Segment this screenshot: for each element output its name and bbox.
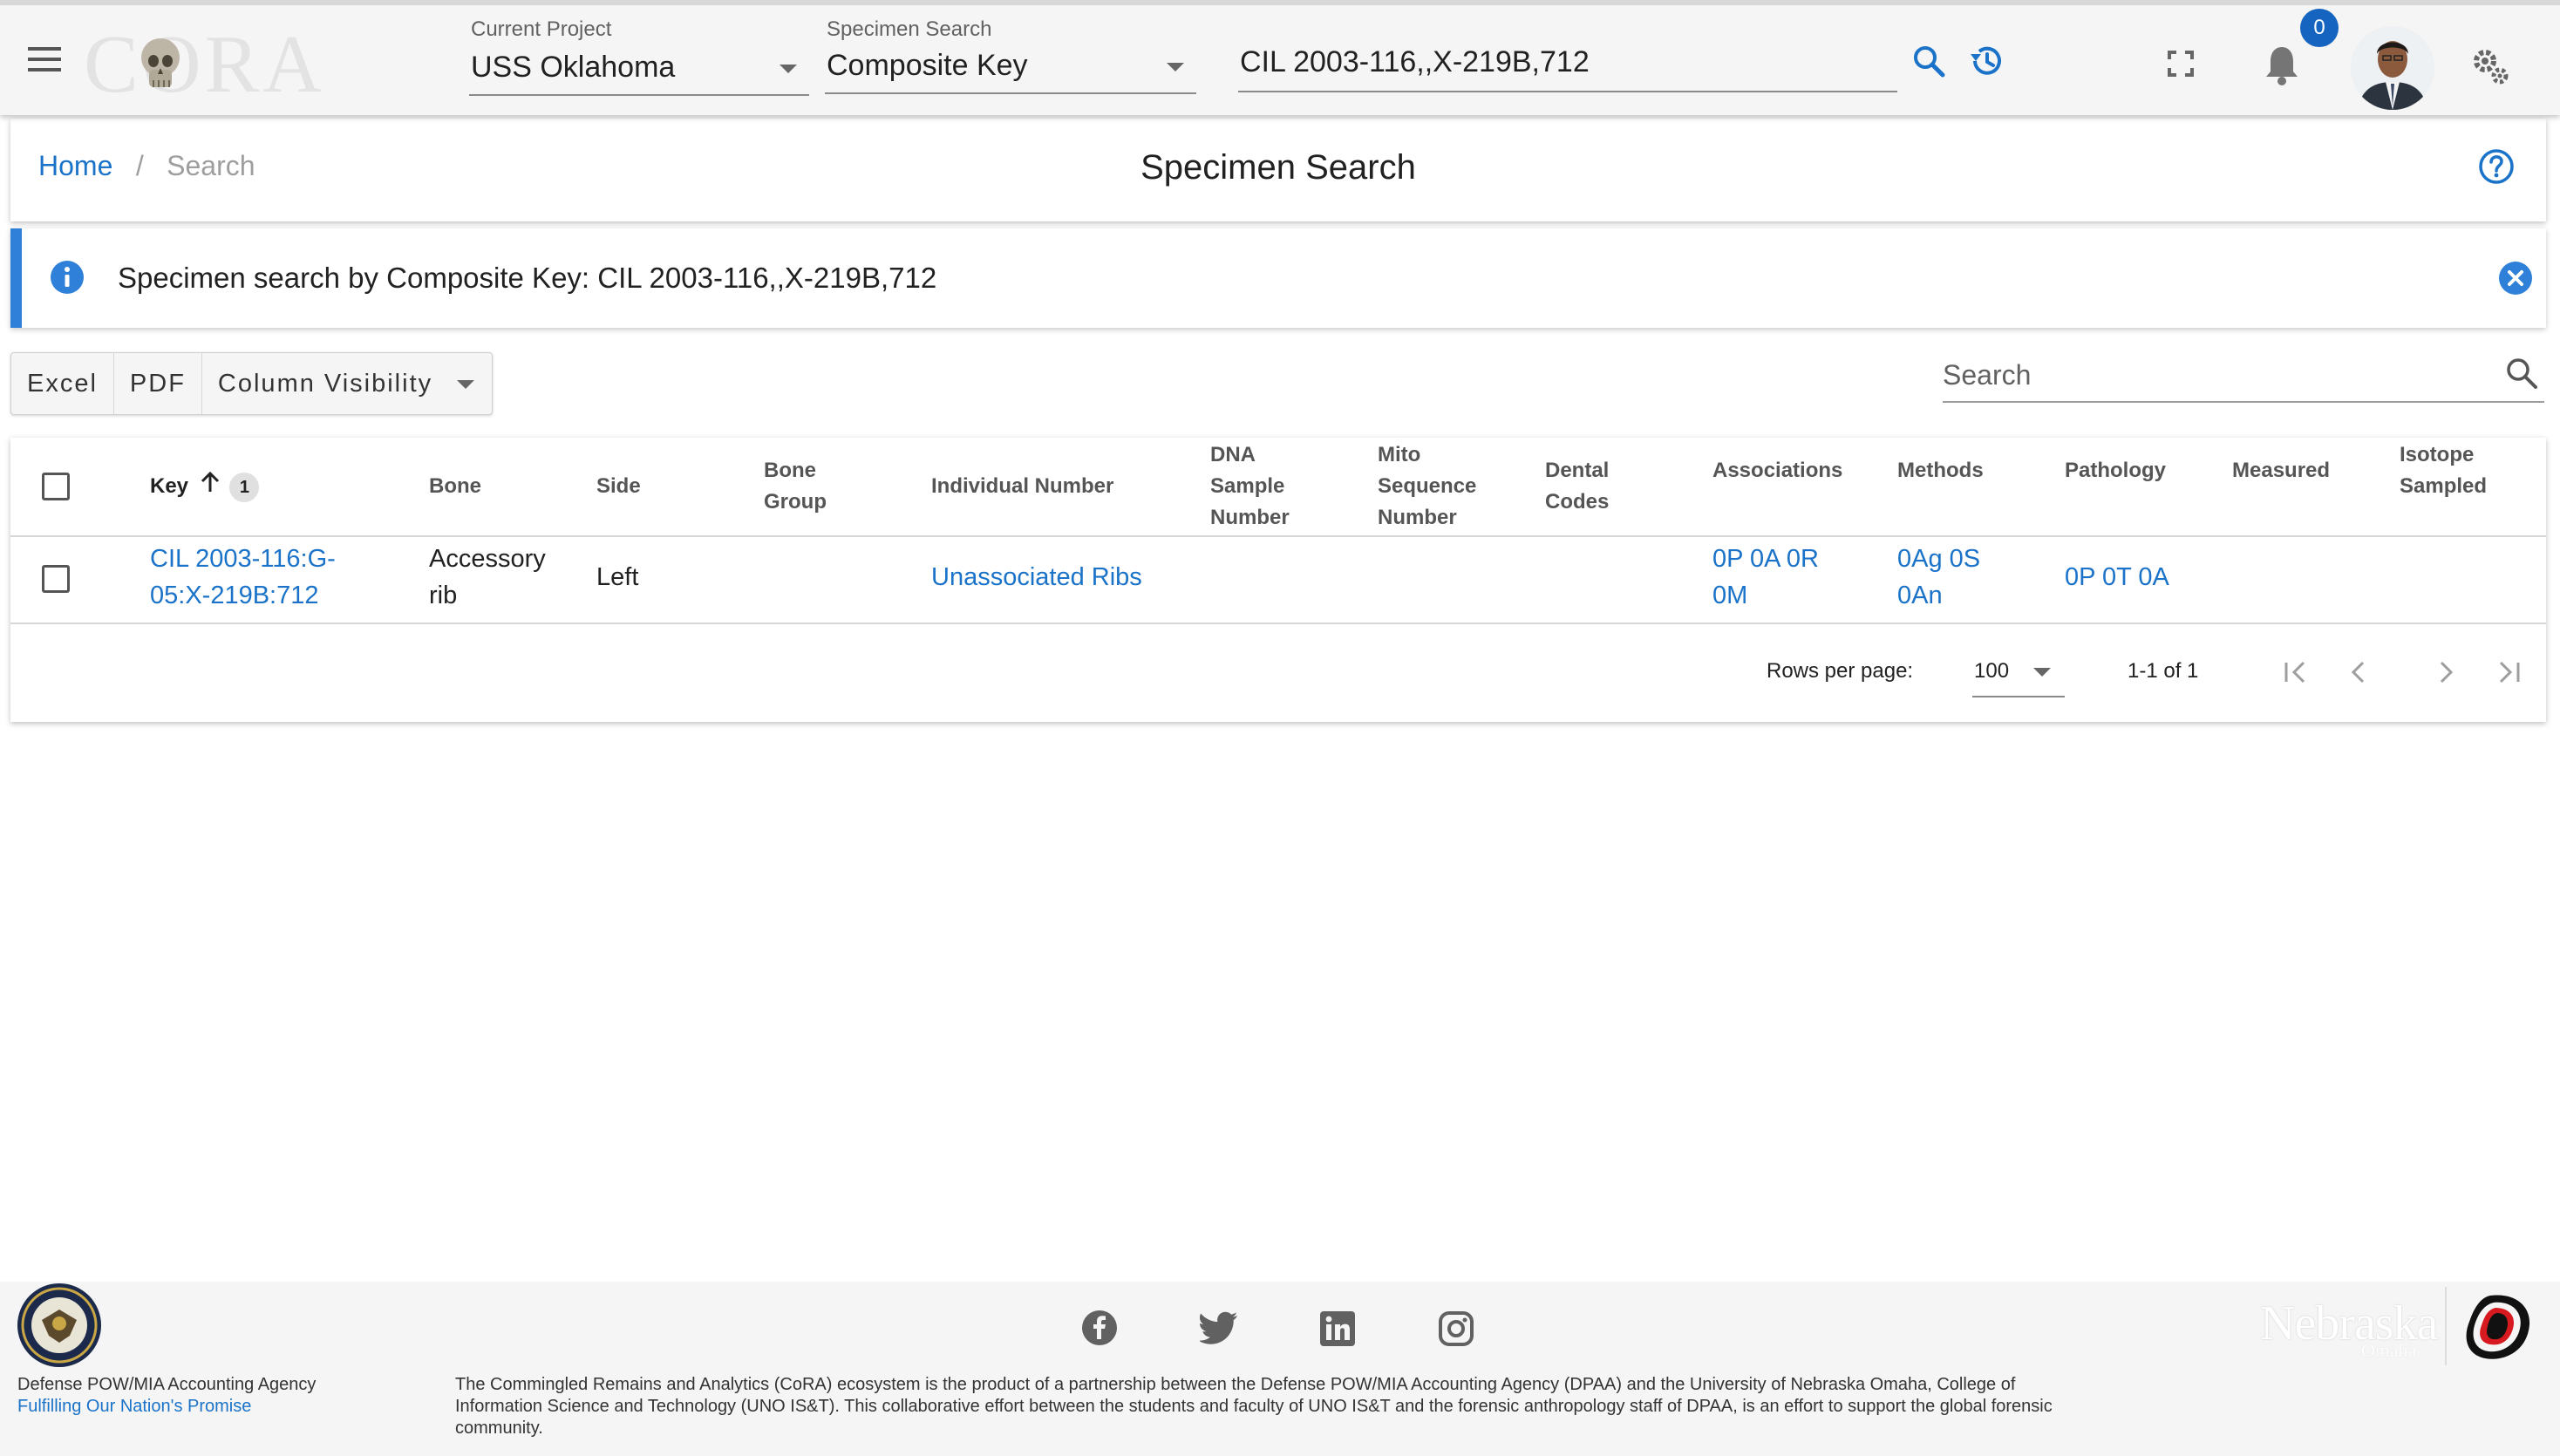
notification-bell-icon[interactable]: [2264, 44, 2300, 85]
menu-icon[interactable]: [28, 47, 61, 73]
column-header-associations[interactable]: Associations: [1712, 455, 1842, 486]
associations-link[interactable]: 0P 0A 0R 0M: [1712, 541, 1819, 614]
dpaa-seal-logo: [16, 1282, 103, 1369]
agency-motto: Fulfilling Our Nation's Promise: [17, 1397, 252, 1416]
twitter-icon[interactable]: [1198, 1311, 1238, 1344]
help-icon[interactable]: [2478, 148, 2515, 185]
cora-logo: CORA: [84, 19, 326, 110]
column-header-bone[interactable]: Bone: [429, 471, 481, 502]
table-pagination: Rows per page: 100 1-1 of 1: [10, 624, 2546, 720]
chevron-down-icon: [1167, 63, 1184, 71]
first-page-icon[interactable]: [2281, 657, 2311, 687]
table-search-input[interactable]: Search: [1943, 349, 2544, 405]
specimen-key-link[interactable]: CIL 2003-116:G- 05:X-219B:712: [150, 541, 336, 614]
pathology-link[interactable]: 0P 0T 0A: [2065, 559, 2169, 595]
column-header-dna-sample-number[interactable]: DNA Sample Number: [1210, 439, 1290, 534]
history-icon[interactable]: [1967, 42, 2005, 80]
fullscreen-icon[interactable]: [2168, 51, 2194, 77]
footer-about-text: The Commingled Remains and Analytics (Co…: [455, 1375, 2053, 1438]
methods-link[interactable]: 0Ag 0S 0An: [1897, 541, 1980, 614]
pagination-range: 1-1 of 1: [2128, 659, 2199, 683]
previous-page-icon[interactable]: [2344, 657, 2373, 687]
uno-o-logo: [2464, 1290, 2536, 1364]
table-row[interactable]: CIL 2003-116:G- 05:X-219B:712 Accessory …: [10, 535, 2546, 624]
column-header-key[interactable]: Key 1: [150, 471, 260, 503]
search-type-select[interactable]: Specimen Search Composite Key: [825, 14, 1196, 98]
rows-per-page-select[interactable]: 100: [1972, 645, 2065, 697]
caret-down-icon: [457, 380, 475, 390]
notification-count-badge: 0: [2300, 9, 2339, 47]
skull-icon: [138, 37, 183, 92]
chevron-down-icon: [780, 65, 797, 73]
export-button-group: Excel PDF Column Visibility: [10, 352, 494, 415]
rows-per-page-label: Rows per page:: [1767, 659, 1914, 683]
omaha-wordmark: Omaha: [2361, 1339, 2417, 1361]
column-header-mito-sequence-number[interactable]: Mito Sequence Number: [1378, 439, 1476, 534]
individual-number-link[interactable]: Unassociated Ribs: [931, 559, 1142, 595]
app-bar: CORA Current Project USS Oklahoma Specim…: [0, 0, 2560, 115]
column-header-isotope-sampled[interactable]: Isotope Sampled: [2400, 439, 2487, 502]
column-header-pathology[interactable]: Pathology: [2065, 455, 2166, 486]
search-query-input[interactable]: CIL 2003-116,,X-219B,712: [1238, 37, 1897, 92]
row-select-checkbox[interactable]: [42, 565, 70, 593]
excel-export-button[interactable]: Excel: [11, 353, 114, 414]
arrow-up-icon: [200, 471, 221, 503]
page-header-card: Home / Search Specimen Search: [10, 119, 2546, 221]
footer: Defense POW/MIA Accounting Agency Fulfil…: [0, 1282, 2560, 1456]
select-all-checkbox[interactable]: [42, 473, 70, 500]
linkedin-icon[interactable]: [1320, 1311, 1355, 1346]
column-header-bone-group[interactable]: Bone Group: [764, 455, 827, 518]
search-query-value: CIL 2003-116,,X-219B,712: [1240, 45, 1590, 78]
column-header-individual-number[interactable]: Individual Number: [931, 471, 1113, 502]
column-header-dental-codes[interactable]: Dental Codes: [1545, 455, 1609, 518]
column-header-measured[interactable]: Measured: [2232, 455, 2330, 486]
instagram-icon[interactable]: [1439, 1311, 1474, 1346]
facebook-icon[interactable]: [1081, 1310, 1118, 1346]
column-header-side[interactable]: Side: [596, 471, 641, 502]
column-visibility-label: Column Visibility: [217, 370, 433, 398]
pdf-export-button[interactable]: PDF: [114, 353, 202, 414]
rows-per-page-value: 100: [1974, 659, 2010, 683]
user-avatar[interactable]: [2351, 26, 2434, 110]
info-alert-message: Specimen search by Composite Key: CIL 20…: [118, 262, 937, 294]
column-header-key-label: Key: [150, 474, 189, 498]
info-alert: Specimen search by Composite Key: CIL 20…: [10, 228, 2546, 328]
agency-name: Defense POW/MIA Accounting Agency: [17, 1375, 317, 1394]
page-title: Specimen Search: [1140, 148, 1416, 187]
project-select-label: Current Project: [471, 17, 612, 41]
search-type-value: Composite Key: [827, 49, 1028, 82]
settings-gears-icon[interactable]: [2471, 47, 2511, 87]
column-visibility-button[interactable]: Column Visibility: [202, 353, 492, 414]
specimen-table: Key 1 Bone Side Bone Group Individual Nu…: [10, 438, 2546, 722]
search-icon: [2504, 356, 2539, 391]
last-page-icon[interactable]: [2494, 657, 2523, 687]
close-alert-icon[interactable]: [2498, 261, 2533, 296]
chevron-down-icon: [2033, 668, 2051, 677]
project-select[interactable]: Current Project USS Oklahoma: [469, 14, 809, 98]
cell-side: Left: [596, 563, 639, 591]
table-search-placeholder: Search: [1943, 359, 2032, 391]
cell-bone: Accessory rib: [429, 545, 546, 609]
sort-order-badge: 1: [229, 472, 260, 502]
table-header-row: Key 1 Bone Side Bone Group Individual Nu…: [10, 438, 2546, 537]
column-header-methods[interactable]: Methods: [1897, 455, 1984, 486]
search-icon[interactable]: [1911, 44, 1946, 78]
next-page-icon[interactable]: [2431, 657, 2461, 687]
info-icon: [50, 260, 85, 295]
search-type-label: Specimen Search: [827, 17, 992, 41]
project-select-value: USS Oklahoma: [471, 51, 676, 84]
